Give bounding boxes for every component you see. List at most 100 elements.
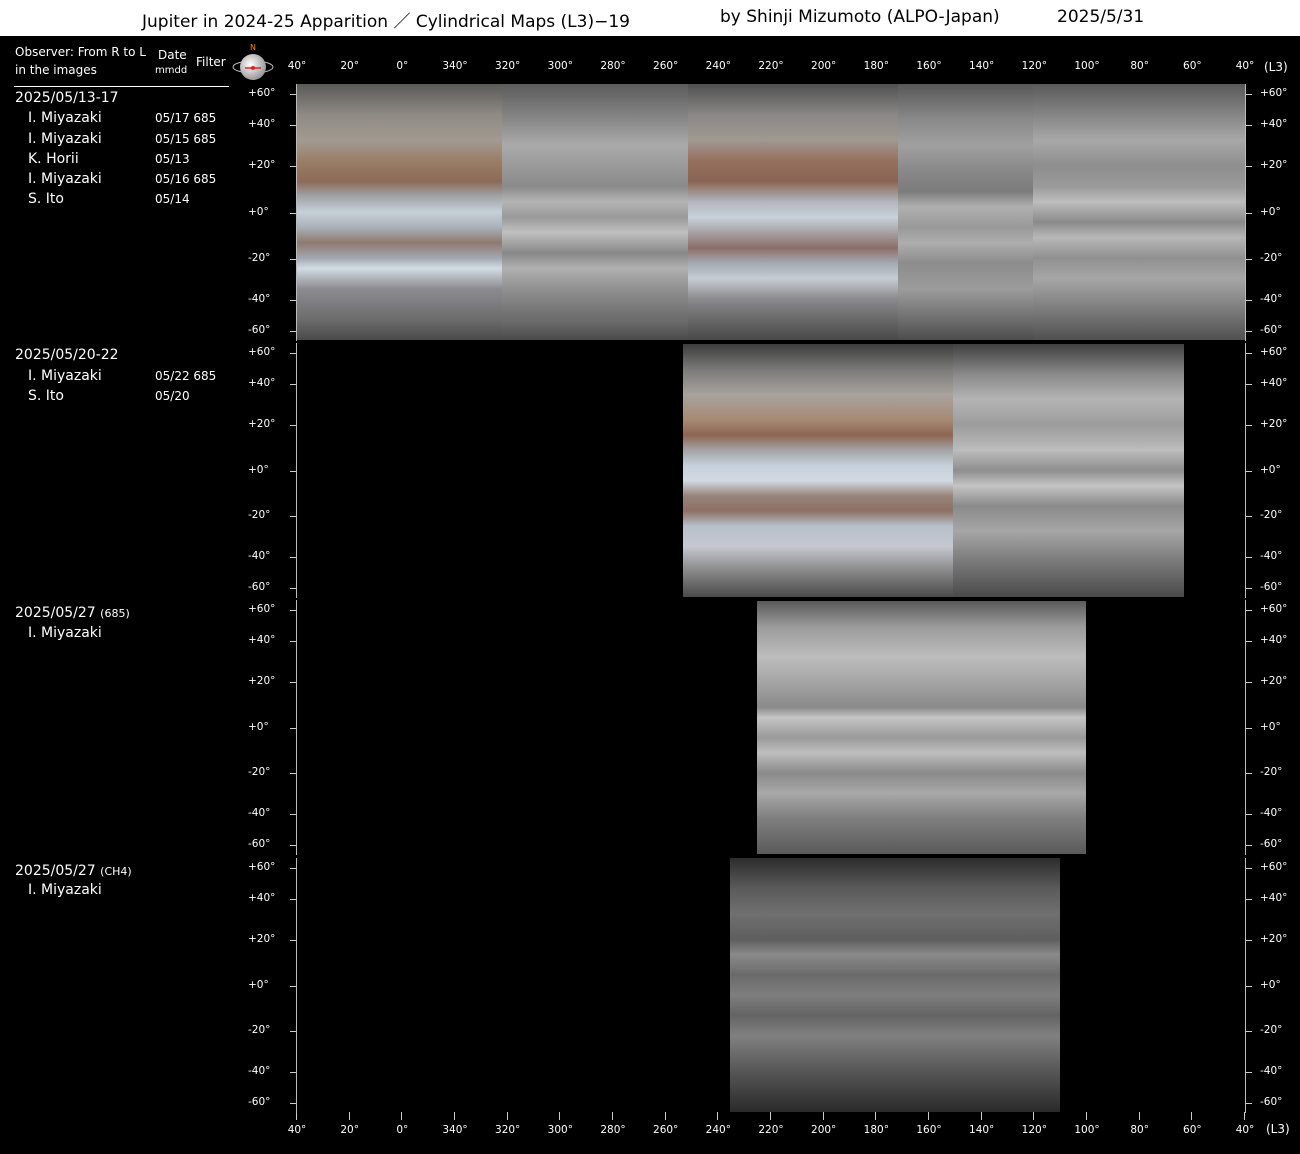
longitude-label: 260° [653, 60, 679, 72]
group-1-observer-4: I. Miyazaki [28, 171, 102, 187]
map-segment-color-1 [297, 84, 502, 340]
latitude-label: -60° [1260, 837, 1283, 850]
latitude-tick [1246, 868, 1252, 870]
latitude-tick [290, 125, 296, 127]
group-2-observer-2: S. Ito [28, 388, 64, 404]
group-1-observer-3: K. Horii [28, 151, 79, 167]
longitude-label: 20° [340, 60, 359, 72]
latitude-tick [290, 610, 296, 612]
latitude-label: +40° [1260, 633, 1288, 646]
latitude-label: -60° [1260, 580, 1283, 593]
latitude-label: -40° [248, 292, 271, 305]
latitude-label: +20° [248, 159, 276, 172]
latitude-label: +20° [248, 674, 276, 687]
latitude-tick [1246, 557, 1252, 559]
latitude-label: -20° [248, 509, 271, 522]
latitude-tick [1246, 773, 1252, 775]
latitude-label: -60° [248, 323, 271, 336]
group-4-observer-1: I. Miyazaki [28, 882, 102, 898]
bottom-system-label: (L3) [1266, 1122, 1290, 1136]
latitude-label: +60° [1260, 87, 1288, 100]
longitude-label: 100° [1074, 60, 1100, 72]
observer-header-line1: Observer: From R to L [15, 45, 146, 59]
longitude-label: 40° [287, 60, 307, 72]
latitude-label: -60° [248, 580, 271, 593]
latitude-tick [1246, 814, 1252, 816]
group-1-date-2: 05/15 685 [155, 132, 217, 146]
latitude-tick [290, 844, 296, 846]
longitude-label: 60° [1183, 1124, 1202, 1136]
latitude-label: -20° [248, 766, 271, 779]
latitude-label: -20° [1260, 251, 1283, 264]
latitude-label: +40° [1260, 376, 1288, 389]
longitude-label: 200° [811, 1124, 837, 1136]
latitude-tick [290, 898, 296, 900]
title-bar: Jupiter in 2024-25 Apparition ／ Cylindri… [0, 0, 1300, 36]
latitude-tick [290, 773, 296, 775]
longitude-label: 240° [705, 60, 731, 72]
latitude-label: +60° [248, 603, 276, 616]
latitude-tick [1246, 1031, 1252, 1033]
latitude-tick [290, 1072, 296, 1074]
latitude-tick [1246, 330, 1252, 332]
latitude-tick [290, 814, 296, 816]
group-2-date-1: 05/22 685 [155, 369, 217, 383]
latitude-tick [290, 424, 296, 426]
latitude-tick [290, 299, 296, 301]
map-segment-color-3 [683, 344, 953, 597]
longitude-label: 20° [340, 1124, 359, 1136]
group-4-title: 2025/05/27 (CH4) [15, 863, 132, 879]
longitude-label: 280° [600, 1124, 626, 1136]
latitude-label: +20° [1260, 674, 1288, 687]
title-date: 2025/5/31 [1057, 7, 1145, 27]
group-1-observer-2: I. Miyazaki [28, 131, 102, 147]
top-longitude-axis: 40° 20° 0° 340° 320° 300° 280° 260° 240° 220° 200°… [0, 60, 1300, 82]
longitude-label: 120° [1021, 1124, 1047, 1136]
latitude-label: -20° [248, 251, 271, 264]
longitude-label: 40° [287, 1124, 307, 1136]
group-3-observer-1: I. Miyazaki [28, 625, 102, 641]
longitude-label: 320° [495, 1124, 521, 1136]
group-2-date-2: 05/20 [155, 389, 190, 403]
bottom-axis-ticks [296, 1112, 1246, 1120]
latitude-tick [290, 557, 296, 559]
latitude-tick [1246, 610, 1252, 612]
latitude-label: +60° [248, 87, 276, 100]
latitude-label: -40° [1260, 292, 1283, 305]
longitude-label: 280° [600, 60, 626, 72]
latitude-label: +60° [248, 861, 276, 874]
longitude-label: 340° [442, 1124, 468, 1136]
latitude-label: -40° [248, 1065, 271, 1078]
latitude-tick [1246, 844, 1252, 846]
latitude-tick [1246, 166, 1252, 168]
longitude-label: 260° [653, 1124, 679, 1136]
latitude-label: +20° [1260, 932, 1288, 945]
latitude-label: +0° [1260, 978, 1281, 991]
latitude-tick [1246, 258, 1252, 260]
group-1-observer-5: S. Ito [28, 191, 64, 207]
map-segment-ch4-1 [730, 858, 1060, 1112]
group-2-observer-1: I. Miyazaki [28, 368, 102, 384]
header-divider [14, 86, 229, 87]
latitude-label: -20° [248, 1024, 271, 1037]
latitude-label: +20° [1260, 159, 1288, 172]
latitude-label: +60° [1260, 346, 1288, 359]
latitude-label: -60° [248, 837, 271, 850]
latitude-tick [290, 681, 296, 683]
latitude-tick [290, 94, 296, 96]
latitude-tick [1246, 383, 1252, 385]
longitude-label: 80° [1130, 60, 1149, 72]
latitude-label: -20° [1260, 1024, 1283, 1037]
latitude-label: +0° [1260, 720, 1281, 733]
latitude-label: -40° [248, 807, 271, 820]
latitude-label: +0° [248, 978, 269, 991]
latitude-label: -60° [248, 1095, 271, 1108]
longitude-label: 320° [495, 60, 521, 72]
north-label: N [250, 44, 256, 52]
latitude-tick [290, 1031, 296, 1033]
latitude-tick [1246, 424, 1252, 426]
longitude-label: 140° [969, 1124, 995, 1136]
latitude-tick [290, 383, 296, 385]
latitude-label: +40° [248, 633, 276, 646]
longitude-label: 140° [969, 60, 995, 72]
